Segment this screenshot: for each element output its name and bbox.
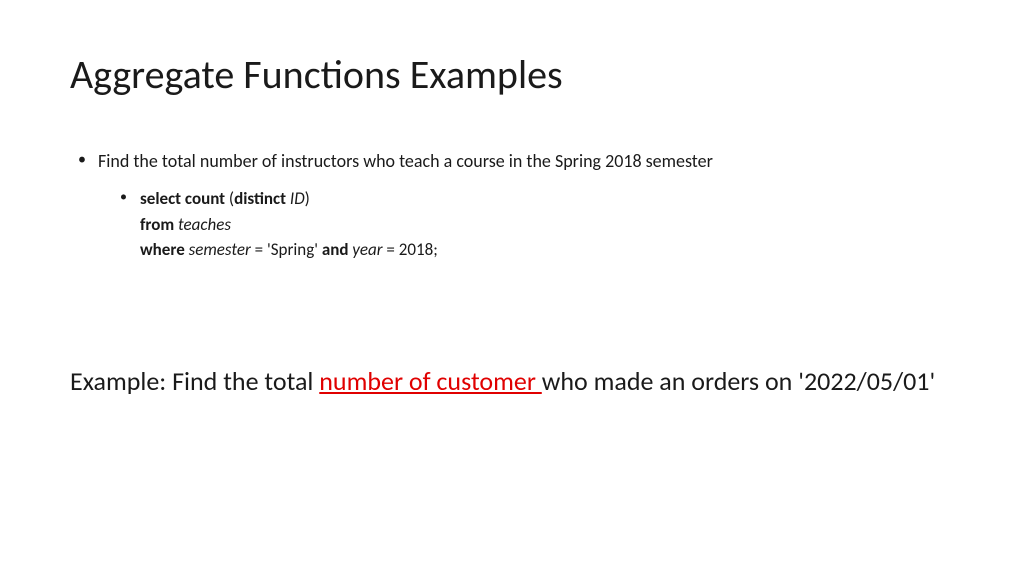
sql-spring-text: = 'Spring' xyxy=(251,239,322,260)
sql-and: and xyxy=(322,239,349,260)
example-question: Example: Find the total number of custom… xyxy=(70,363,954,399)
example-suffix: who made an orders on '2022/05/01' xyxy=(542,365,935,397)
sql-paren-open: ( xyxy=(225,188,234,209)
sql-id: ID xyxy=(286,188,305,209)
sql-where: where xyxy=(140,239,185,260)
slide-title: Aggregate Functions Examples xyxy=(70,50,954,99)
bullet-1-text: Find the total number of instructors who… xyxy=(98,150,713,172)
sub-bullet-list: select count (distinct ID) from teaches … xyxy=(98,186,954,263)
sql-from: from xyxy=(140,214,174,235)
example-prefix: Example: Find the total xyxy=(70,365,319,397)
sql-year: year xyxy=(348,239,382,260)
main-bullet-list: Find the total number of instructors who… xyxy=(70,149,954,263)
sql-teaches: teaches xyxy=(174,214,231,235)
sql-paren-close: ) xyxy=(305,188,310,209)
sql-semester: semester xyxy=(185,239,251,260)
bullet-item-1: Find the total number of instructors who… xyxy=(70,149,954,263)
sql-year-value: = 2018; xyxy=(383,239,438,260)
sql-query: select count (distinct ID) from teaches … xyxy=(98,186,954,263)
sql-distinct: distinct xyxy=(234,188,286,209)
example-highlighted: number of customer xyxy=(319,365,542,397)
sql-select-count: select count xyxy=(140,188,225,209)
